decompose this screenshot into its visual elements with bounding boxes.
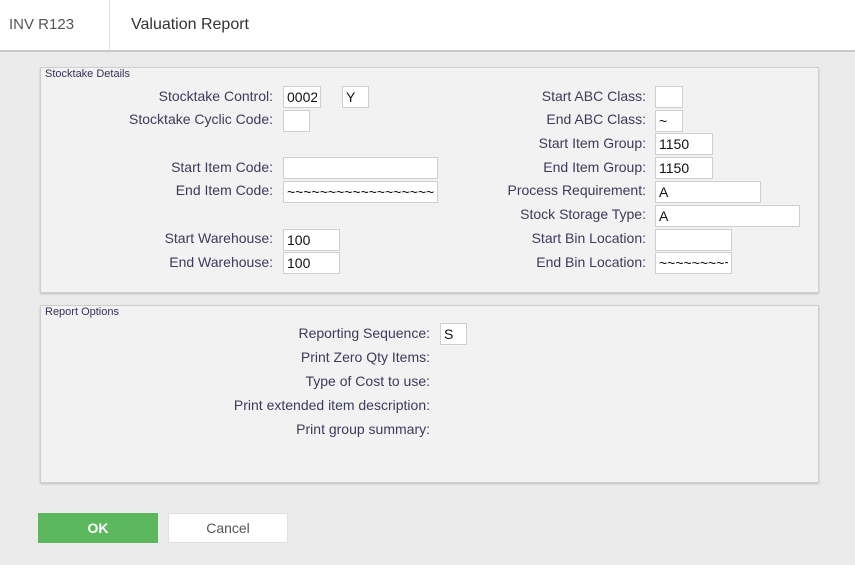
print-group-summary-label: Print group summary: xyxy=(296,421,430,437)
start-item-code-label: Start Item Code: xyxy=(171,159,273,175)
end-bin-location-field[interactable] xyxy=(655,252,732,274)
ok-button[interactable]: OK xyxy=(38,513,158,543)
start-item-group-field[interactable] xyxy=(655,133,713,155)
end-bin-location-label: End Bin Location: xyxy=(536,254,646,270)
end-item-code-label: End Item Code: xyxy=(175,182,273,198)
reporting-sequence-label: Reporting Sequence: xyxy=(298,325,430,341)
cancel-button[interactable]: Cancel xyxy=(168,513,288,543)
start-bin-location-field[interactable] xyxy=(655,229,732,251)
process-requirement-label: Process Requirement: xyxy=(507,182,646,198)
start-warehouse-label: Start Warehouse: xyxy=(164,230,273,246)
stocktake-details-legend: Stocktake Details xyxy=(45,68,130,80)
top-bar: INV R123 Valuation Report xyxy=(0,0,855,52)
stocktake-control-label: Stocktake Control: xyxy=(158,88,273,104)
start-warehouse-field[interactable] xyxy=(283,229,340,251)
print-zero-qty-label: Print Zero Qty Items: xyxy=(300,349,430,365)
start-abc-class-label: Start ABC Class: xyxy=(541,88,646,104)
process-requirement-field[interactable] xyxy=(655,181,761,203)
cost-type-label: Type of Cost to use: xyxy=(305,373,430,389)
end-item-group-field[interactable] xyxy=(655,157,713,179)
end-abc-class-field[interactable] xyxy=(655,110,683,132)
page-title: Valuation Report xyxy=(131,16,249,33)
stock-storage-type-field[interactable] xyxy=(655,205,800,227)
reporting-sequence-field[interactable] xyxy=(440,323,467,345)
start-bin-location-label: Start Bin Location: xyxy=(531,230,646,246)
end-item-code-field[interactable] xyxy=(283,181,438,203)
end-abc-class-label: End ABC Class: xyxy=(546,111,646,127)
start-item-group-label: Start Item Group: xyxy=(538,135,646,151)
report-options-legend: Report Options xyxy=(45,306,119,318)
print-extended-description-label: Print extended item description: xyxy=(233,397,430,413)
start-abc-class-field[interactable] xyxy=(655,86,683,108)
start-item-code-field[interactable] xyxy=(283,157,438,179)
end-warehouse-label: End Warehouse: xyxy=(169,254,273,270)
stocktake-cyclic-code-field[interactable] xyxy=(283,110,310,132)
stocktake-control-flag-field[interactable] xyxy=(342,86,369,108)
end-item-group-label: End Item Group: xyxy=(543,159,646,175)
app-code: INV R123 xyxy=(0,0,110,50)
stocktake-cyclic-code-label: Stocktake Cyclic Code: xyxy=(129,111,273,127)
stock-storage-type-label: Stock Storage Type: xyxy=(520,206,646,222)
end-warehouse-field[interactable] xyxy=(283,252,340,274)
stocktake-control-field[interactable] xyxy=(283,86,321,108)
